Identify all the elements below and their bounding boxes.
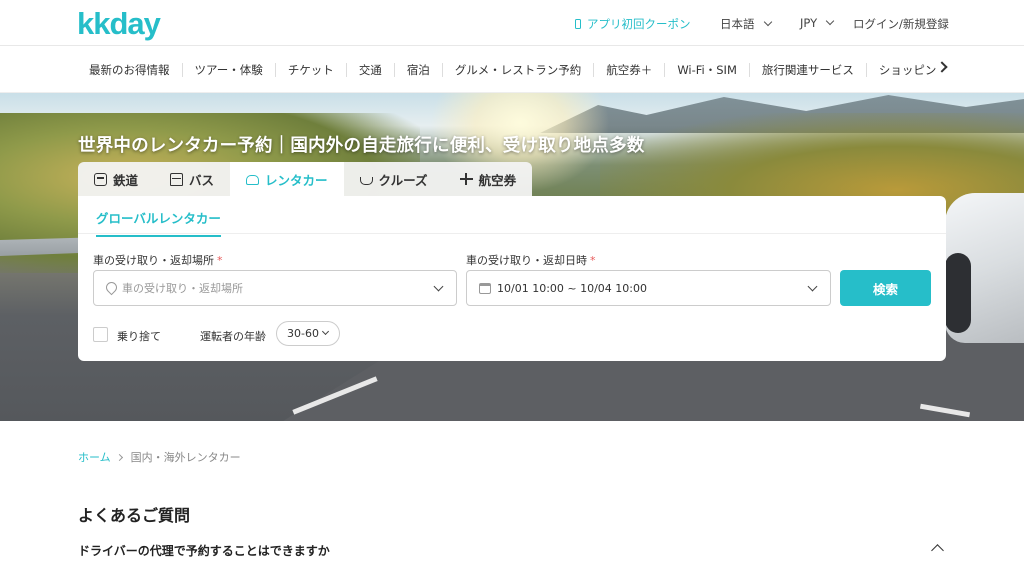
location-placeholder: 車の受け取り・返却場所: [122, 282, 243, 295]
driver-age-label: 運転者の年齢: [200, 330, 266, 343]
train-icon: [94, 172, 107, 186]
nav-item-transport[interactable]: 交通: [347, 62, 395, 77]
tab-train[interactable]: 鉄道: [78, 162, 155, 196]
tab-bus-label: バス: [189, 172, 215, 188]
nav-item-travel-services[interactable]: 旅行関連サービス: [750, 62, 867, 77]
nav-item-shopping[interactable]: ショッピン: [867, 63, 937, 77]
faq-title: よくあるご質問: [78, 506, 191, 525]
kkday-logo[interactable]: kkday: [77, 6, 161, 42]
tab-flights[interactable]: 航空券: [443, 162, 533, 196]
oneway-checkbox[interactable]: [93, 327, 108, 342]
chevron-down-icon: [321, 327, 330, 336]
site-header: kkday アプリ初回クーポン 日本語 JPY ログイン/新規登録: [0, 0, 1024, 46]
login-link[interactable]: ログイン/新規登録: [853, 16, 949, 32]
faq-question[interactable]: ドライバーの代理で予約することはできますか: [78, 542, 330, 559]
required-mark: *: [217, 254, 223, 267]
breadcrumb: ホーム 国内・海外レンタカー: [78, 449, 241, 465]
nav-items: 最新のお得情報 ツアー・体験 チケット 交通 宿泊 グルメ・レストラン予約 航空…: [77, 46, 937, 93]
search-panel: グローバルレンタカー 車の受け取り・返却場所 * 車の受け取り・返却場所 車の受け…: [78, 196, 946, 361]
nav-item-hotels[interactable]: 宿泊: [395, 62, 443, 77]
nav-item-deals[interactable]: 最新のお得情報: [77, 62, 183, 77]
datetime-value: 10/01 10:00 ~ 10/04 10:00: [497, 281, 648, 295]
currency-label: JPY: [800, 16, 818, 30]
chevron-right-icon: [115, 453, 123, 461]
chevron-down-icon: [763, 17, 772, 27]
hero-banner: 世界中のレンタカー予約｜国内外の自走旅行に便利、受け取り地点多数 鉄道 バス レ…: [0, 93, 1024, 421]
chevron-down-icon: [807, 281, 818, 292]
tab-cruise-label: クルーズ: [378, 172, 428, 188]
smartphone-icon: [575, 19, 581, 29]
chevron-down-icon: [433, 281, 444, 292]
required-mark: *: [590, 254, 596, 267]
nav-item-gourmet[interactable]: グルメ・レストラン予約: [443, 62, 595, 77]
app-coupon-link[interactable]: アプリ初回クーポン: [575, 16, 691, 32]
nav-item-wifi-sim[interactable]: Wi-Fi・SIM: [665, 62, 750, 77]
tab-train-label: 鉄道: [113, 172, 139, 188]
plane-icon: [459, 172, 473, 186]
location-input[interactable]: 車の受け取り・返却場所: [93, 270, 457, 306]
language-selector[interactable]: 日本語: [720, 16, 772, 32]
hero-car-wheel: [945, 253, 971, 333]
tab-flights-label: 航空券: [478, 172, 517, 188]
calendar-icon: [479, 282, 491, 294]
tab-rental-car[interactable]: レンタカー: [230, 162, 344, 196]
hero-title: 世界中のレンタカー予約｜国内外の自走旅行に便利、受け取り地点多数: [78, 136, 645, 156]
driver-age-value: 30-60: [287, 327, 319, 340]
driver-age-select[interactable]: 30-60: [276, 321, 340, 346]
breadcrumb-home[interactable]: ホーム: [78, 449, 111, 465]
tab-cruise[interactable]: クルーズ: [343, 162, 444, 196]
search-button[interactable]: 検索: [840, 270, 931, 306]
datetime-input[interactable]: 10/01 10:00 ~ 10/04 10:00: [466, 270, 831, 306]
currency-selector[interactable]: JPY: [800, 16, 835, 30]
chevron-up-icon[interactable]: [931, 544, 944, 557]
category-nav: 最新のお得情報 ツアー・体験 チケット 交通 宿泊 グルメ・レストラン予約 航空…: [0, 46, 1024, 93]
panel-divider: [78, 233, 946, 234]
chevron-down-icon: [825, 16, 835, 26]
nav-item-tickets[interactable]: チケット: [276, 62, 347, 77]
map-pin-icon: [106, 282, 116, 294]
app-coupon-label: アプリ初回クーポン: [587, 17, 691, 31]
datetime-label-text: 車の受け取り・返却日時: [466, 254, 587, 267]
tab-bus[interactable]: バス: [154, 162, 231, 196]
nav-item-tours[interactable]: ツアー・体験: [183, 62, 276, 77]
location-label-text: 車の受け取り・返却場所: [93, 254, 214, 267]
chevron-right-icon[interactable]: [936, 61, 948, 73]
datetime-label: 車の受け取り・返却日時 *: [466, 252, 596, 268]
car-icon: [246, 175, 260, 185]
breadcrumb-current: 国内・海外レンタカー: [130, 451, 241, 464]
oneway-label[interactable]: 乗り捨て: [117, 328, 161, 344]
ship-icon: [359, 177, 373, 185]
location-label: 車の受け取り・返却場所 *: [93, 252, 223, 268]
language-label: 日本語: [720, 17, 755, 31]
bus-icon: [170, 172, 184, 186]
tab-rental-car-label: レンタカー: [265, 172, 328, 188]
transport-tabs: 鉄道 バス レンタカー クルーズ 航空券: [78, 162, 533, 196]
nav-item-flights-plus[interactable]: 航空券＋: [594, 62, 666, 77]
